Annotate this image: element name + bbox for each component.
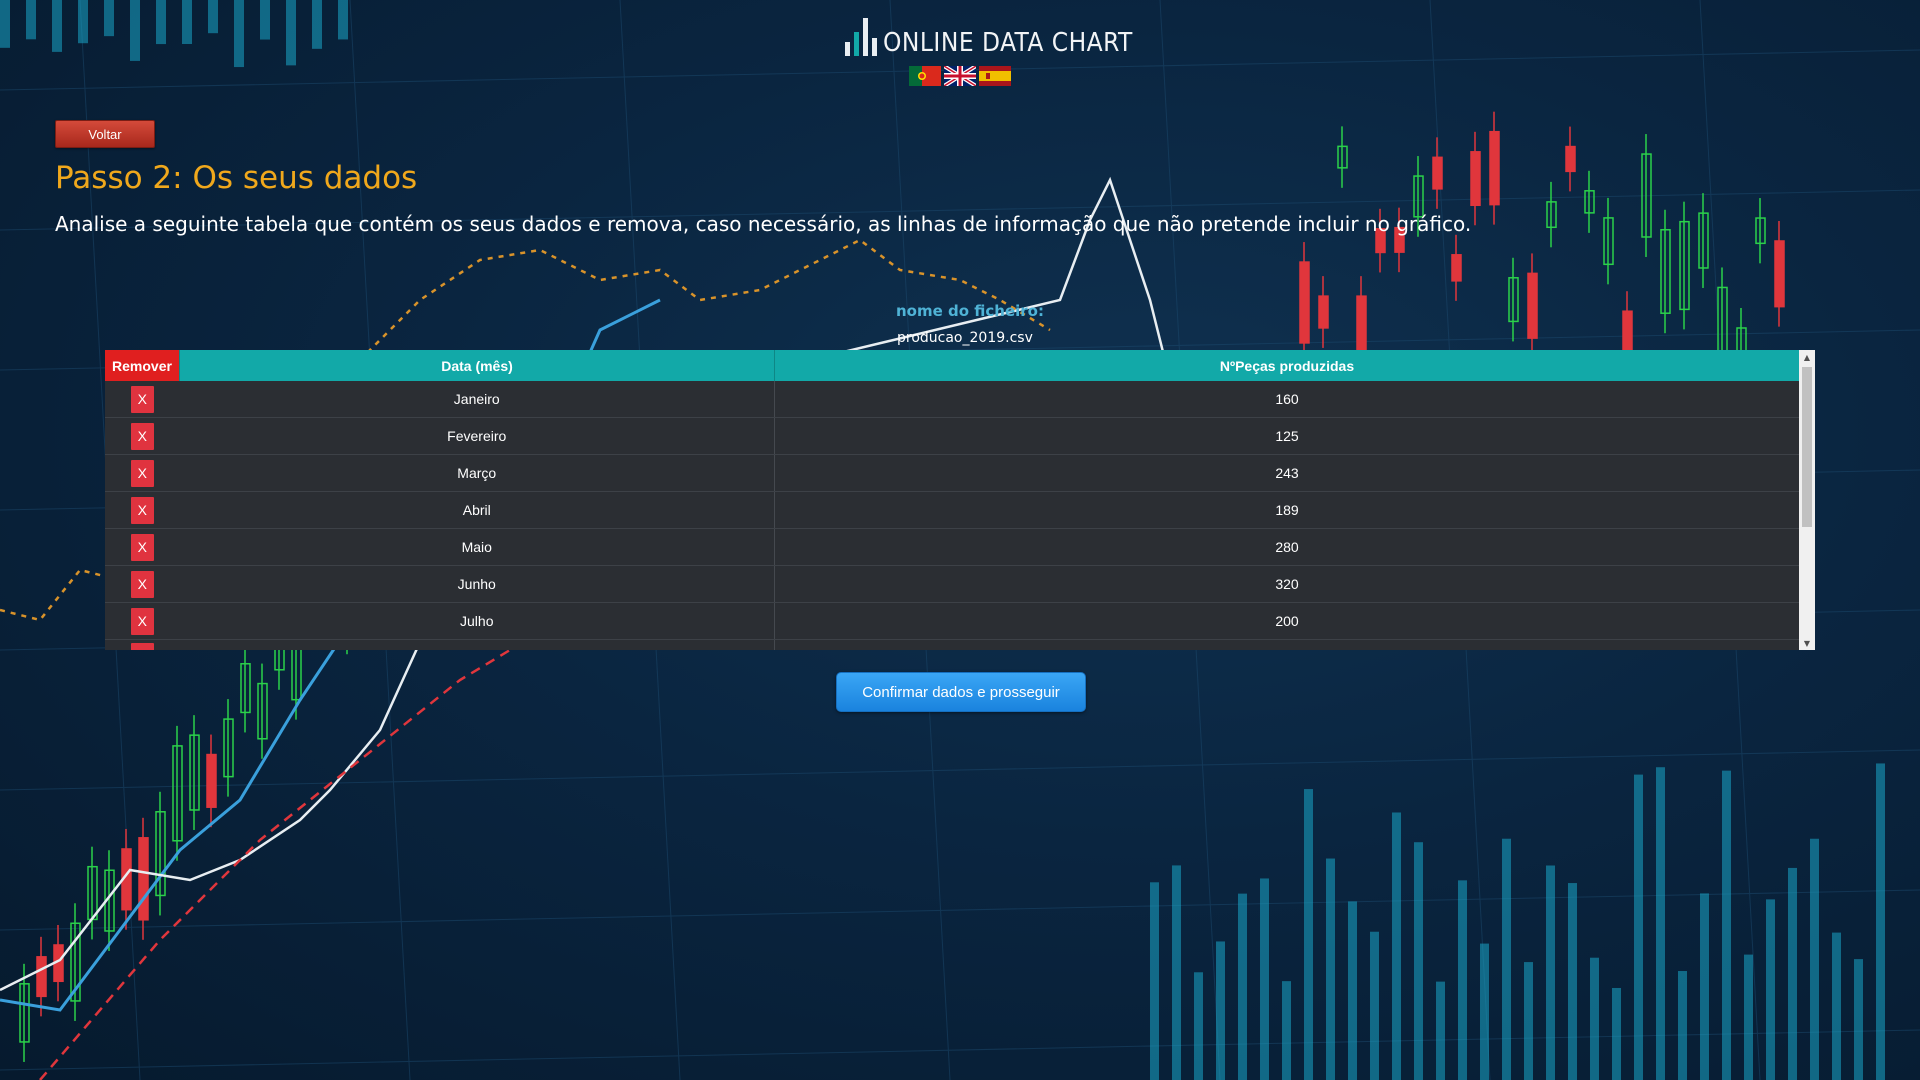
language-selector (909, 66, 1011, 86)
table-row: X Abril 189 (105, 491, 1799, 529)
table-scrollbar[interactable]: ▲ ▼ (1799, 350, 1815, 650)
value-cell: 160 (774, 381, 1799, 418)
table-row: X Maio 280 (105, 528, 1799, 566)
spain-flag-icon[interactable] (979, 66, 1011, 86)
month-cell: Abril (179, 491, 775, 529)
remove-row-button[interactable]: X (130, 459, 154, 487)
remove-column-header: Remover (105, 350, 180, 381)
back-button[interactable]: Voltar (55, 120, 155, 148)
page-title: Passo 2: Os seus dados (55, 160, 418, 196)
table-row (105, 639, 1799, 650)
confirm-data-button[interactable]: Confirmar dados e prosseguir (836, 672, 1086, 712)
value-cell: 189 (774, 491, 1799, 529)
remove-row-button[interactable]: X (130, 385, 154, 413)
step-description: Analise a seguinte tabela que contém os … (55, 212, 1472, 236)
scroll-up-icon[interactable]: ▲ (1799, 350, 1815, 364)
remove-row-button[interactable] (130, 643, 154, 650)
table-row: X Março 243 (105, 454, 1799, 492)
month-cell: Junho (179, 565, 775, 603)
data-table-container[interactable]: Remover Data (mês) NºPeças produzidas X … (105, 350, 1815, 650)
month-column-header[interactable]: Data (mês) (179, 350, 775, 381)
scrollbar-thumb[interactable] (1802, 367, 1812, 527)
value-column-header[interactable]: NºPeças produzidas (774, 350, 1799, 381)
month-cell: Julho (179, 602, 775, 640)
remove-row-button[interactable]: X (130, 607, 154, 635)
remove-row-button[interactable]: X (130, 533, 154, 561)
value-cell: 125 (774, 417, 1799, 455)
remove-row-button[interactable]: X (130, 496, 154, 524)
month-cell: Maio (179, 528, 775, 566)
table-row: X Junho 320 (105, 565, 1799, 603)
portugal-flag-icon[interactable] (909, 66, 941, 86)
file-name-value: producao_2019.csv (897, 330, 1033, 346)
file-name-label: nome do ficheiro: (896, 302, 1044, 320)
month-cell: Março (179, 454, 775, 492)
value-cell: 243 (774, 454, 1799, 492)
table-row: X Julho 200 (105, 602, 1799, 640)
value-cell: 320 (774, 565, 1799, 603)
month-cell: Janeiro (179, 381, 775, 418)
value-cell: 280 (774, 528, 1799, 566)
table-row: X Fevereiro 125 (105, 417, 1799, 455)
logo-text: ONLINE DATA CHART (883, 28, 1133, 58)
table-row: X Janeiro 160 (105, 381, 1799, 418)
remove-row-button[interactable]: X (130, 570, 154, 598)
value-cell: 200 (774, 602, 1799, 640)
data-table: Remover Data (mês) NºPeças produzidas X … (105, 350, 1799, 650)
table-header-row: Remover Data (mês) NºPeças produzidas (105, 350, 1799, 381)
app-logo[interactable]: ONLINE DATA CHART (845, 14, 1132, 62)
bar-chart-icon (845, 18, 877, 56)
scroll-down-icon[interactable]: ▼ (1799, 636, 1815, 650)
uk-flag-icon[interactable] (944, 66, 976, 86)
month-cell: Fevereiro (179, 417, 775, 455)
remove-row-button[interactable]: X (130, 422, 154, 450)
